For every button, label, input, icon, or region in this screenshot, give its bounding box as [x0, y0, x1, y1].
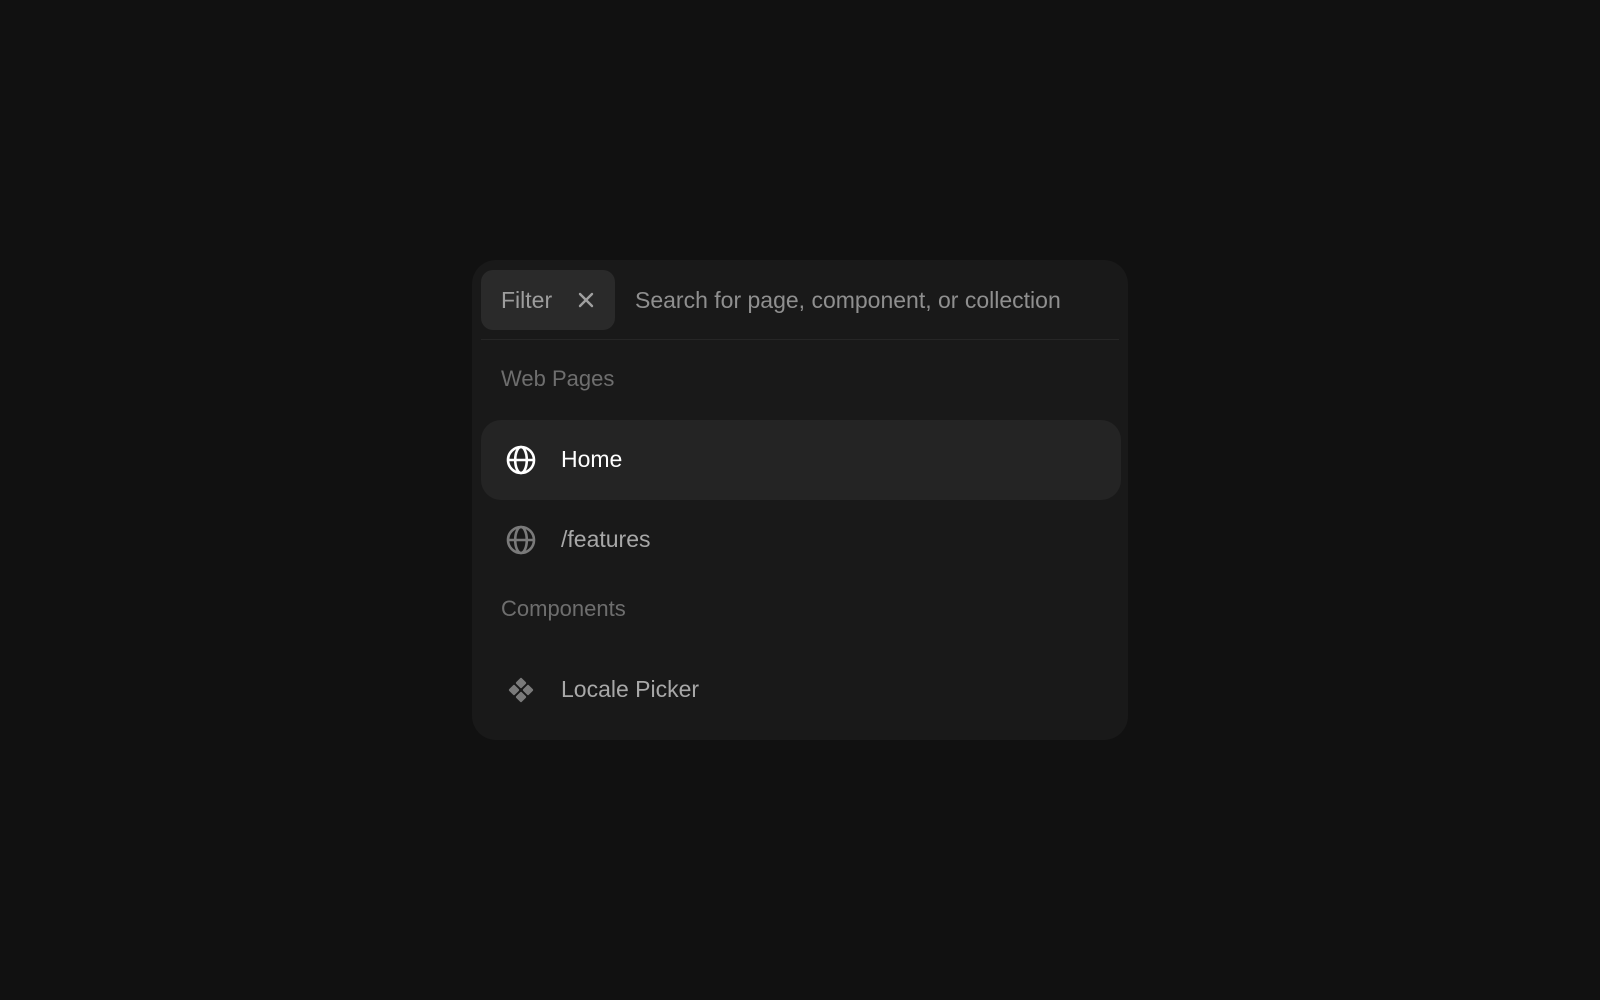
globe-icon — [505, 444, 537, 476]
list-item-label: Locale Picker — [561, 676, 700, 702]
close-icon[interactable] — [575, 289, 597, 311]
globe-icon — [505, 524, 537, 556]
list-item-home[interactable]: Home — [481, 420, 1121, 500]
list-item-label: /features — [561, 526, 651, 552]
search-bar: Filter — [481, 270, 1119, 340]
section-heading-components: Components — [501, 596, 626, 621]
filter-chip[interactable]: Filter — [481, 270, 615, 330]
list-item-features[interactable]: /features — [481, 500, 1121, 580]
command-palette: Filter Web Pages Home — [472, 260, 1128, 740]
component-icon — [505, 674, 537, 706]
section-heading-web-pages: Web Pages — [501, 366, 615, 391]
list-item-label: Home — [561, 446, 623, 472]
list-item-locale-picker[interactable]: Locale Picker — [481, 650, 1121, 730]
filter-label: Filter — [501, 286, 553, 313]
search-input[interactable] — [635, 278, 1075, 322]
